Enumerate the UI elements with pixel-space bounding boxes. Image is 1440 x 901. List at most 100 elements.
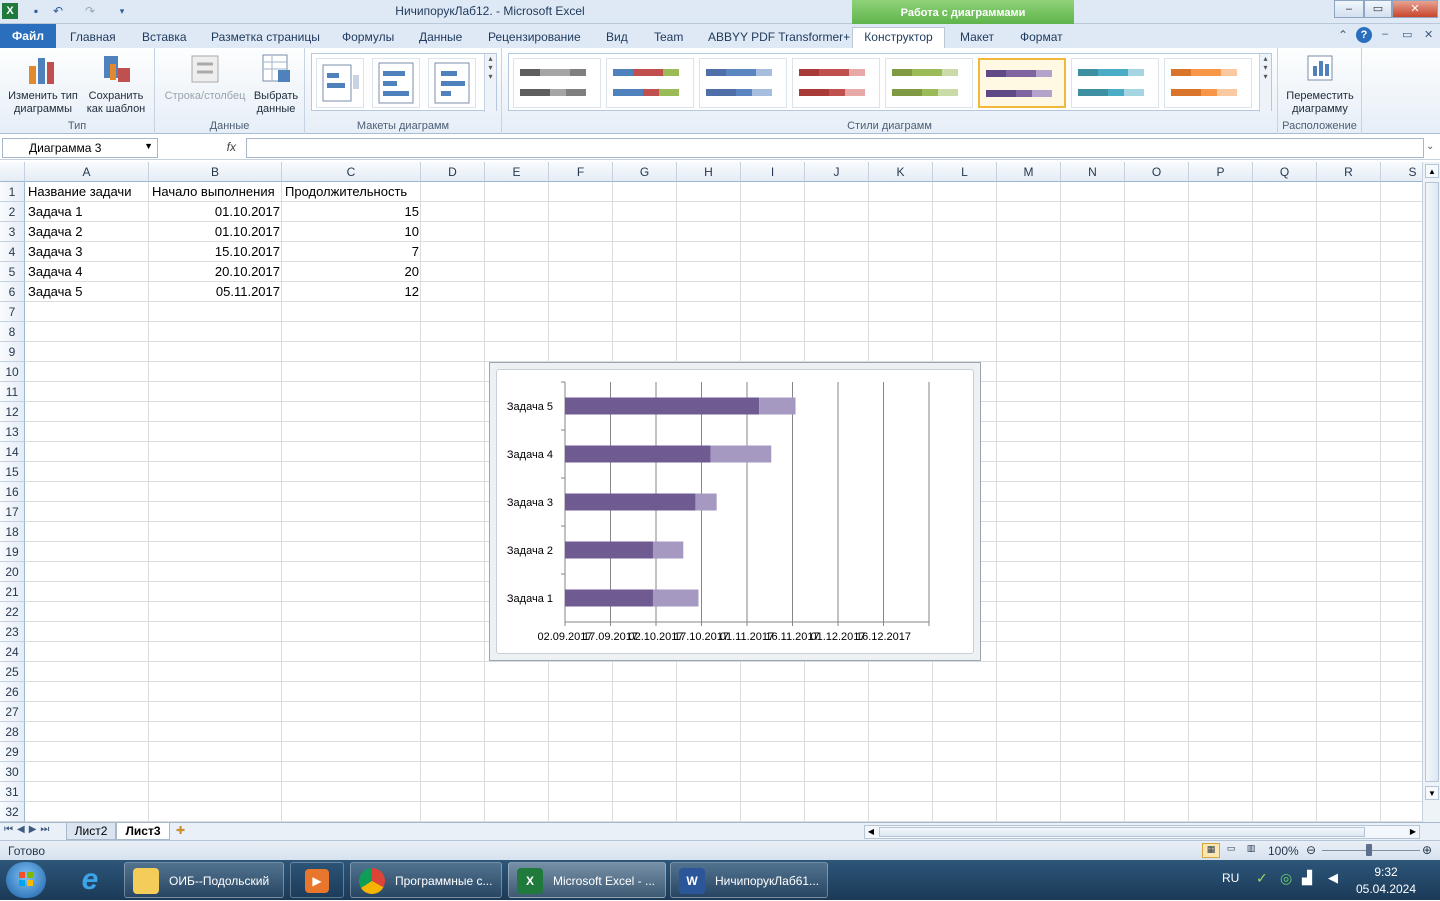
row-header-2[interactable]: 2 xyxy=(0,202,25,222)
cell-b4[interactable]: 15.10.2017 xyxy=(149,242,283,262)
vertical-scrollbar[interactable]: ▲ ▼ xyxy=(1422,162,1440,822)
row-header-1[interactable]: 1 xyxy=(0,182,25,202)
column-header-f[interactable]: F xyxy=(549,162,613,182)
tray-security-icon[interactable]: ✓ xyxy=(1256,870,1268,887)
row-header-28[interactable]: 28 xyxy=(0,722,25,742)
cell-a5[interactable]: Задача 4 xyxy=(25,262,85,282)
chart-style-6[interactable] xyxy=(978,58,1066,108)
horizontal-scroll-thumb[interactable] xyxy=(879,827,1365,837)
column-header-n[interactable]: N xyxy=(1061,162,1125,182)
volume-icon[interactable]: ◀ xyxy=(1328,870,1338,886)
close-button[interactable]: ✕ xyxy=(1392,0,1438,18)
tab-abbyy[interactable]: ABBYY PDF Transformer+ xyxy=(702,28,856,48)
cell-a4[interactable]: Задача 3 xyxy=(25,242,85,262)
sheet-tab-list2[interactable]: Лист2 xyxy=(66,823,116,840)
column-header-g[interactable]: G xyxy=(613,162,677,182)
row-header-15[interactable]: 15 xyxy=(0,462,25,482)
row-header-25[interactable]: 25 xyxy=(0,662,25,682)
sheet-nav-arrows-icon[interactable]: ⏮◀▶⏭ xyxy=(4,824,53,835)
horizontal-scrollbar[interactable]: ◀ ▶ xyxy=(864,825,1420,839)
column-header-c[interactable]: C xyxy=(282,162,421,182)
row-header-6[interactable]: 6 xyxy=(0,282,25,302)
row-header-4[interactable]: 4 xyxy=(0,242,25,262)
chart-style-7[interactable] xyxy=(1071,58,1159,108)
move-chart-button[interactable]: Переместить диаграмму xyxy=(1282,52,1358,116)
sheet-tab-list3[interactable]: Лист3 xyxy=(116,823,170,840)
maximize-button[interactable]: ▭ xyxy=(1364,0,1392,18)
column-header-m[interactable]: M xyxy=(997,162,1061,182)
scroll-right-icon[interactable]: ▶ xyxy=(1407,826,1419,838)
tray-sync-icon[interactable]: ◎ xyxy=(1280,870,1292,887)
row-header-27[interactable]: 27 xyxy=(0,702,25,722)
save-as-template-button[interactable]: Сохранить как шаблон xyxy=(80,52,152,116)
taskbar-media-player[interactable]: ▶ xyxy=(290,862,344,898)
cell-c5[interactable]: 20 xyxy=(282,262,422,282)
start-button[interactable] xyxy=(6,862,46,898)
chart-area[interactable]: Задача 1 Задача 2 Задача 3 Задача 4 Задача 5… xyxy=(496,369,974,654)
cell-c2[interactable]: 15 xyxy=(282,202,422,222)
row-header-10[interactable]: 10 xyxy=(0,362,25,382)
chart-style-4[interactable] xyxy=(792,58,880,108)
column-header-k[interactable]: K xyxy=(869,162,933,182)
language-indicator[interactable]: RU xyxy=(1222,871,1239,885)
column-header-l[interactable]: L xyxy=(933,162,997,182)
row-header-21[interactable]: 21 xyxy=(0,582,25,602)
row-header-18[interactable]: 18 xyxy=(0,522,25,542)
cell-b2[interactable]: 01.10.2017 xyxy=(149,202,283,222)
expand-formula-bar-icon[interactable]: ⌄ xyxy=(1426,141,1434,152)
chart-style-8[interactable] xyxy=(1164,58,1252,108)
vertical-scroll-thumb[interactable] xyxy=(1425,182,1439,782)
doc-restore-icon[interactable]: ▭ xyxy=(1402,28,1412,41)
row-header-17[interactable]: 17 xyxy=(0,502,25,522)
layout-thumb-3[interactable] xyxy=(428,58,476,108)
network-icon[interactable]: ▟ xyxy=(1302,870,1312,886)
row-header-19[interactable]: 19 xyxy=(0,542,25,562)
name-box[interactable]: Диаграмма 3 ▼ xyxy=(2,138,158,158)
switch-row-column-button[interactable]: Строка/столбец xyxy=(159,52,251,103)
column-header-d[interactable]: D xyxy=(421,162,485,182)
tab-view[interactable]: Вид xyxy=(600,28,634,48)
row-header-11[interactable]: 11 xyxy=(0,382,25,402)
layout-thumb-1[interactable] xyxy=(316,58,364,108)
page-break-view-icon[interactable]: ▥ xyxy=(1242,843,1260,858)
layouts-gallery-scroll[interactable]: ▴ ▾ ▾ xyxy=(484,54,496,112)
chart-style-2[interactable] xyxy=(606,58,694,108)
name-box-dropdown-icon[interactable]: ▼ xyxy=(144,141,153,151)
cell-a2[interactable]: Задача 1 xyxy=(25,202,85,222)
cell-a6[interactable]: Задача 5 xyxy=(25,282,85,302)
cell-b1[interactable]: Начало выполнения xyxy=(149,182,278,202)
tab-page-layout[interactable]: Разметка страницы xyxy=(205,28,326,48)
taskbar-word[interactable]: W НичипорукЛаб61... xyxy=(670,862,828,898)
cell-b5[interactable]: 20.10.2017 xyxy=(149,262,283,282)
row-header-29[interactable]: 29 xyxy=(0,742,25,762)
doc-minimize-icon[interactable]: – xyxy=(1382,28,1388,40)
clock-date[interactable]: 05.04.2024 xyxy=(1350,882,1422,896)
layout-thumb-2[interactable] xyxy=(372,58,420,108)
column-header-h[interactable]: H xyxy=(677,162,741,182)
chart-object[interactable]: Задача 1 Задача 2 Задача 3 Задача 4 Задача 5… xyxy=(489,362,981,661)
column-header-i[interactable]: I xyxy=(741,162,805,182)
scroll-left-icon[interactable]: ◀ xyxy=(865,826,877,838)
clock-time[interactable]: 9:32 xyxy=(1356,865,1416,879)
tab-formulas[interactable]: Формулы xyxy=(336,28,400,48)
internet-explorer-icon[interactable]: e xyxy=(66,864,114,896)
row-header-16[interactable]: 16 xyxy=(0,482,25,502)
zoom-out-icon[interactable]: ⊖ xyxy=(1306,843,1316,857)
collapse-ribbon-icon[interactable]: ⌃ xyxy=(1338,28,1348,42)
cell-c1[interactable]: Продолжительность xyxy=(282,182,410,202)
row-header-14[interactable]: 14 xyxy=(0,442,25,462)
doc-close-icon[interactable]: ✕ xyxy=(1424,28,1433,41)
formula-input[interactable] xyxy=(246,138,1424,158)
cell-b3[interactable]: 01.10.2017 xyxy=(149,222,283,242)
tab-file[interactable]: Файл xyxy=(0,24,56,48)
column-header-o[interactable]: O xyxy=(1125,162,1189,182)
zoom-in-icon[interactable]: ⊕ xyxy=(1422,843,1432,857)
scroll-up-icon[interactable]: ▲ xyxy=(1425,164,1439,178)
column-header-b[interactable]: B xyxy=(149,162,282,182)
help-icon[interactable]: ? xyxy=(1356,27,1372,43)
normal-view-icon[interactable]: ▦ xyxy=(1202,843,1220,858)
scroll-down-icon[interactable]: ▼ xyxy=(1425,786,1439,800)
chart-style-5[interactable] xyxy=(885,58,973,108)
row-header-8[interactable]: 8 xyxy=(0,322,25,342)
tab-review[interactable]: Рецензирование xyxy=(482,28,587,48)
